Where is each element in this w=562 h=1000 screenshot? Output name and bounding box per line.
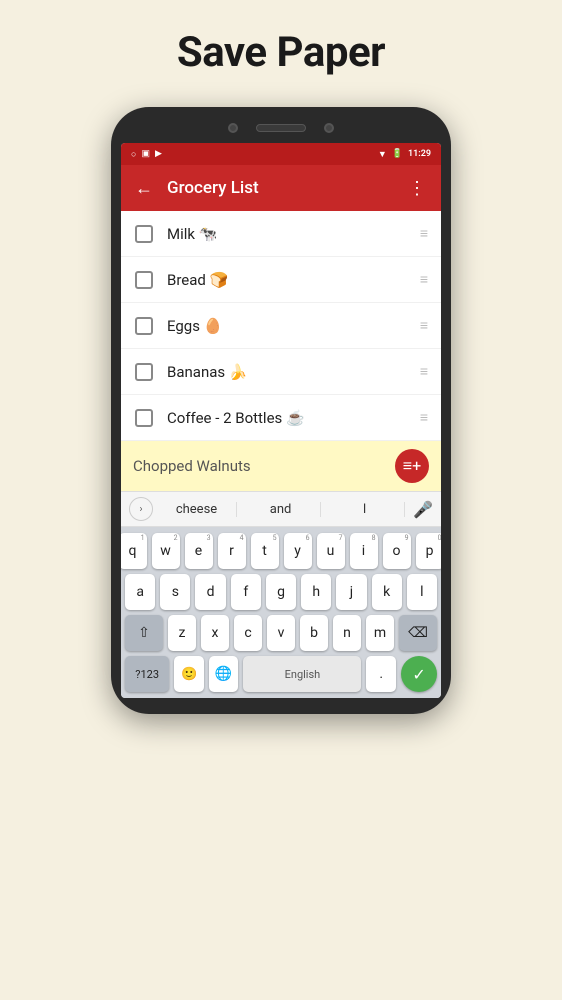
key-m[interactable]: m: [366, 615, 394, 651]
key-c[interactable]: c: [234, 615, 262, 651]
play-icon: ▶: [155, 149, 162, 159]
key-i[interactable]: 8i: [350, 533, 378, 569]
symbols-key[interactable]: ?123: [125, 656, 169, 692]
new-item-input[interactable]: Chopped Walnuts: [133, 457, 395, 475]
key-v[interactable]: v: [267, 615, 295, 651]
space-key[interactable]: English: [243, 656, 361, 692]
key-f[interactable]: f: [231, 574, 261, 610]
front-camera: [228, 123, 238, 133]
new-item-input-row: Chopped Walnuts ≡+: [121, 441, 441, 491]
key-s[interactable]: s: [160, 574, 190, 610]
status-left-icons: ○ ▣ ▶: [131, 149, 162, 160]
key-x[interactable]: x: [201, 615, 229, 651]
app-bar: ← Grocery List ⋮: [121, 165, 441, 211]
key-l[interactable]: l: [407, 574, 437, 610]
key-g[interactable]: g: [266, 574, 296, 610]
item-text-3: Eggs 🥚: [167, 317, 420, 335]
page-header: Save Paper: [177, 0, 385, 107]
wifi-icon: ▼: [378, 149, 387, 160]
key-t[interactable]: 5t: [251, 533, 279, 569]
suggestion-1[interactable]: cheese: [157, 502, 237, 517]
back-button[interactable]: ←: [135, 178, 153, 199]
item-text-2: Bread 🍞: [167, 271, 420, 289]
key-n[interactable]: n: [333, 615, 361, 651]
key-p[interactable]: 0p: [416, 533, 442, 569]
key-z[interactable]: z: [168, 615, 196, 651]
enter-key[interactable]: ✓: [401, 656, 437, 692]
globe-key[interactable]: 🌐: [209, 656, 239, 692]
drag-handle-4[interactable]: ≡: [420, 363, 427, 380]
shift-key[interactable]: ⇧: [125, 615, 163, 651]
keyboard: 1q 2w 3e 4r 5t 6y 7u 8i 9o 0p a s d f g …: [121, 527, 441, 698]
checkbox-4[interactable]: [135, 363, 153, 381]
list-item: Milk 🐄 ≡: [121, 211, 441, 257]
key-b[interactable]: b: [300, 615, 328, 651]
drag-handle-3[interactable]: ≡: [420, 317, 427, 334]
phone-screen: ○ ▣ ▶ ▼ 🔋 11:29 ← Grocery List ⋮ Milk 🐄 …: [121, 143, 441, 698]
microphone-icon[interactable]: 🎤: [413, 500, 433, 519]
key-k[interactable]: k: [372, 574, 402, 610]
checkbox-2[interactable]: [135, 271, 153, 289]
checkbox-3[interactable]: [135, 317, 153, 335]
phone-speaker: [256, 124, 306, 132]
phone-device: ○ ▣ ▶ ▼ 🔋 11:29 ← Grocery List ⋮ Milk 🐄 …: [111, 107, 451, 714]
chevron-right-icon: ›: [139, 504, 142, 515]
suggestion-3[interactable]: l: [325, 502, 405, 517]
key-e[interactable]: 3e: [185, 533, 213, 569]
key-u[interactable]: 7u: [317, 533, 345, 569]
keyboard-row-1: 1q 2w 3e 4r 5t 6y 7u 8i 9o 0p: [125, 533, 437, 569]
sim-icon: ▣: [141, 149, 150, 159]
emoji-key[interactable]: 🙂: [174, 656, 204, 692]
key-r[interactable]: 4r: [218, 533, 246, 569]
key-j[interactable]: j: [336, 574, 366, 610]
key-d[interactable]: d: [195, 574, 225, 610]
item-text-5: Coffee - 2 Bottles ☕: [167, 409, 420, 427]
expand-suggestions-button[interactable]: ›: [129, 497, 153, 521]
list-item: Bread 🍞 ≡: [121, 257, 441, 303]
item-text-1: Milk 🐄: [167, 225, 420, 243]
suggestion-2[interactable]: and: [241, 502, 321, 517]
keyboard-bottom-row: ?123 🙂 🌐 English . ✓: [125, 656, 437, 692]
drag-handle-5[interactable]: ≡: [420, 409, 427, 426]
item-text-4: Bananas 🍌: [167, 363, 420, 381]
grocery-list: Milk 🐄 ≡ Bread 🍞 ≡ Eggs 🥚 ≡ Bananas 🍌 ≡: [121, 211, 441, 441]
list-item: Coffee - 2 Bottles ☕ ≡: [121, 395, 441, 441]
key-o[interactable]: 9o: [383, 533, 411, 569]
key-q[interactable]: 1q: [121, 533, 147, 569]
time-display: 11:29: [408, 149, 431, 159]
list-item: Bananas 🍌 ≡: [121, 349, 441, 395]
battery-icon: 🔋: [392, 149, 403, 159]
checkbox-1[interactable]: [135, 225, 153, 243]
key-a[interactable]: a: [125, 574, 155, 610]
list-item: Eggs 🥚 ≡: [121, 303, 441, 349]
suggestions-row: › cheese and l 🎤: [121, 491, 441, 527]
page-title: Save Paper: [177, 28, 385, 77]
app-bar-title: Grocery List: [167, 178, 394, 198]
overflow-menu-button[interactable]: ⋮: [408, 178, 427, 199]
keyboard-row-3: ⇧ z x c v b n m ⌫: [125, 615, 437, 651]
key-y[interactable]: 6y: [284, 533, 312, 569]
status-bar: ○ ▣ ▶ ▼ 🔋 11:29: [121, 143, 441, 165]
circle-icon: ○: [131, 149, 136, 160]
drag-handle-1[interactable]: ≡: [420, 225, 427, 242]
checkbox-5[interactable]: [135, 409, 153, 427]
keyboard-row-2: a s d f g h j k l: [125, 574, 437, 610]
status-right-icons: ▼ 🔋 11:29: [378, 149, 431, 160]
key-h[interactable]: h: [301, 574, 331, 610]
backspace-key[interactable]: ⌫: [399, 615, 437, 651]
key-w[interactable]: 2w: [152, 533, 180, 569]
add-item-button[interactable]: ≡+: [395, 449, 429, 483]
drag-handle-2[interactable]: ≡: [420, 271, 427, 288]
sensor: [324, 123, 334, 133]
add-icon: ≡+: [403, 456, 421, 476]
period-key[interactable]: .: [366, 656, 396, 692]
phone-top-bar: [121, 123, 441, 133]
